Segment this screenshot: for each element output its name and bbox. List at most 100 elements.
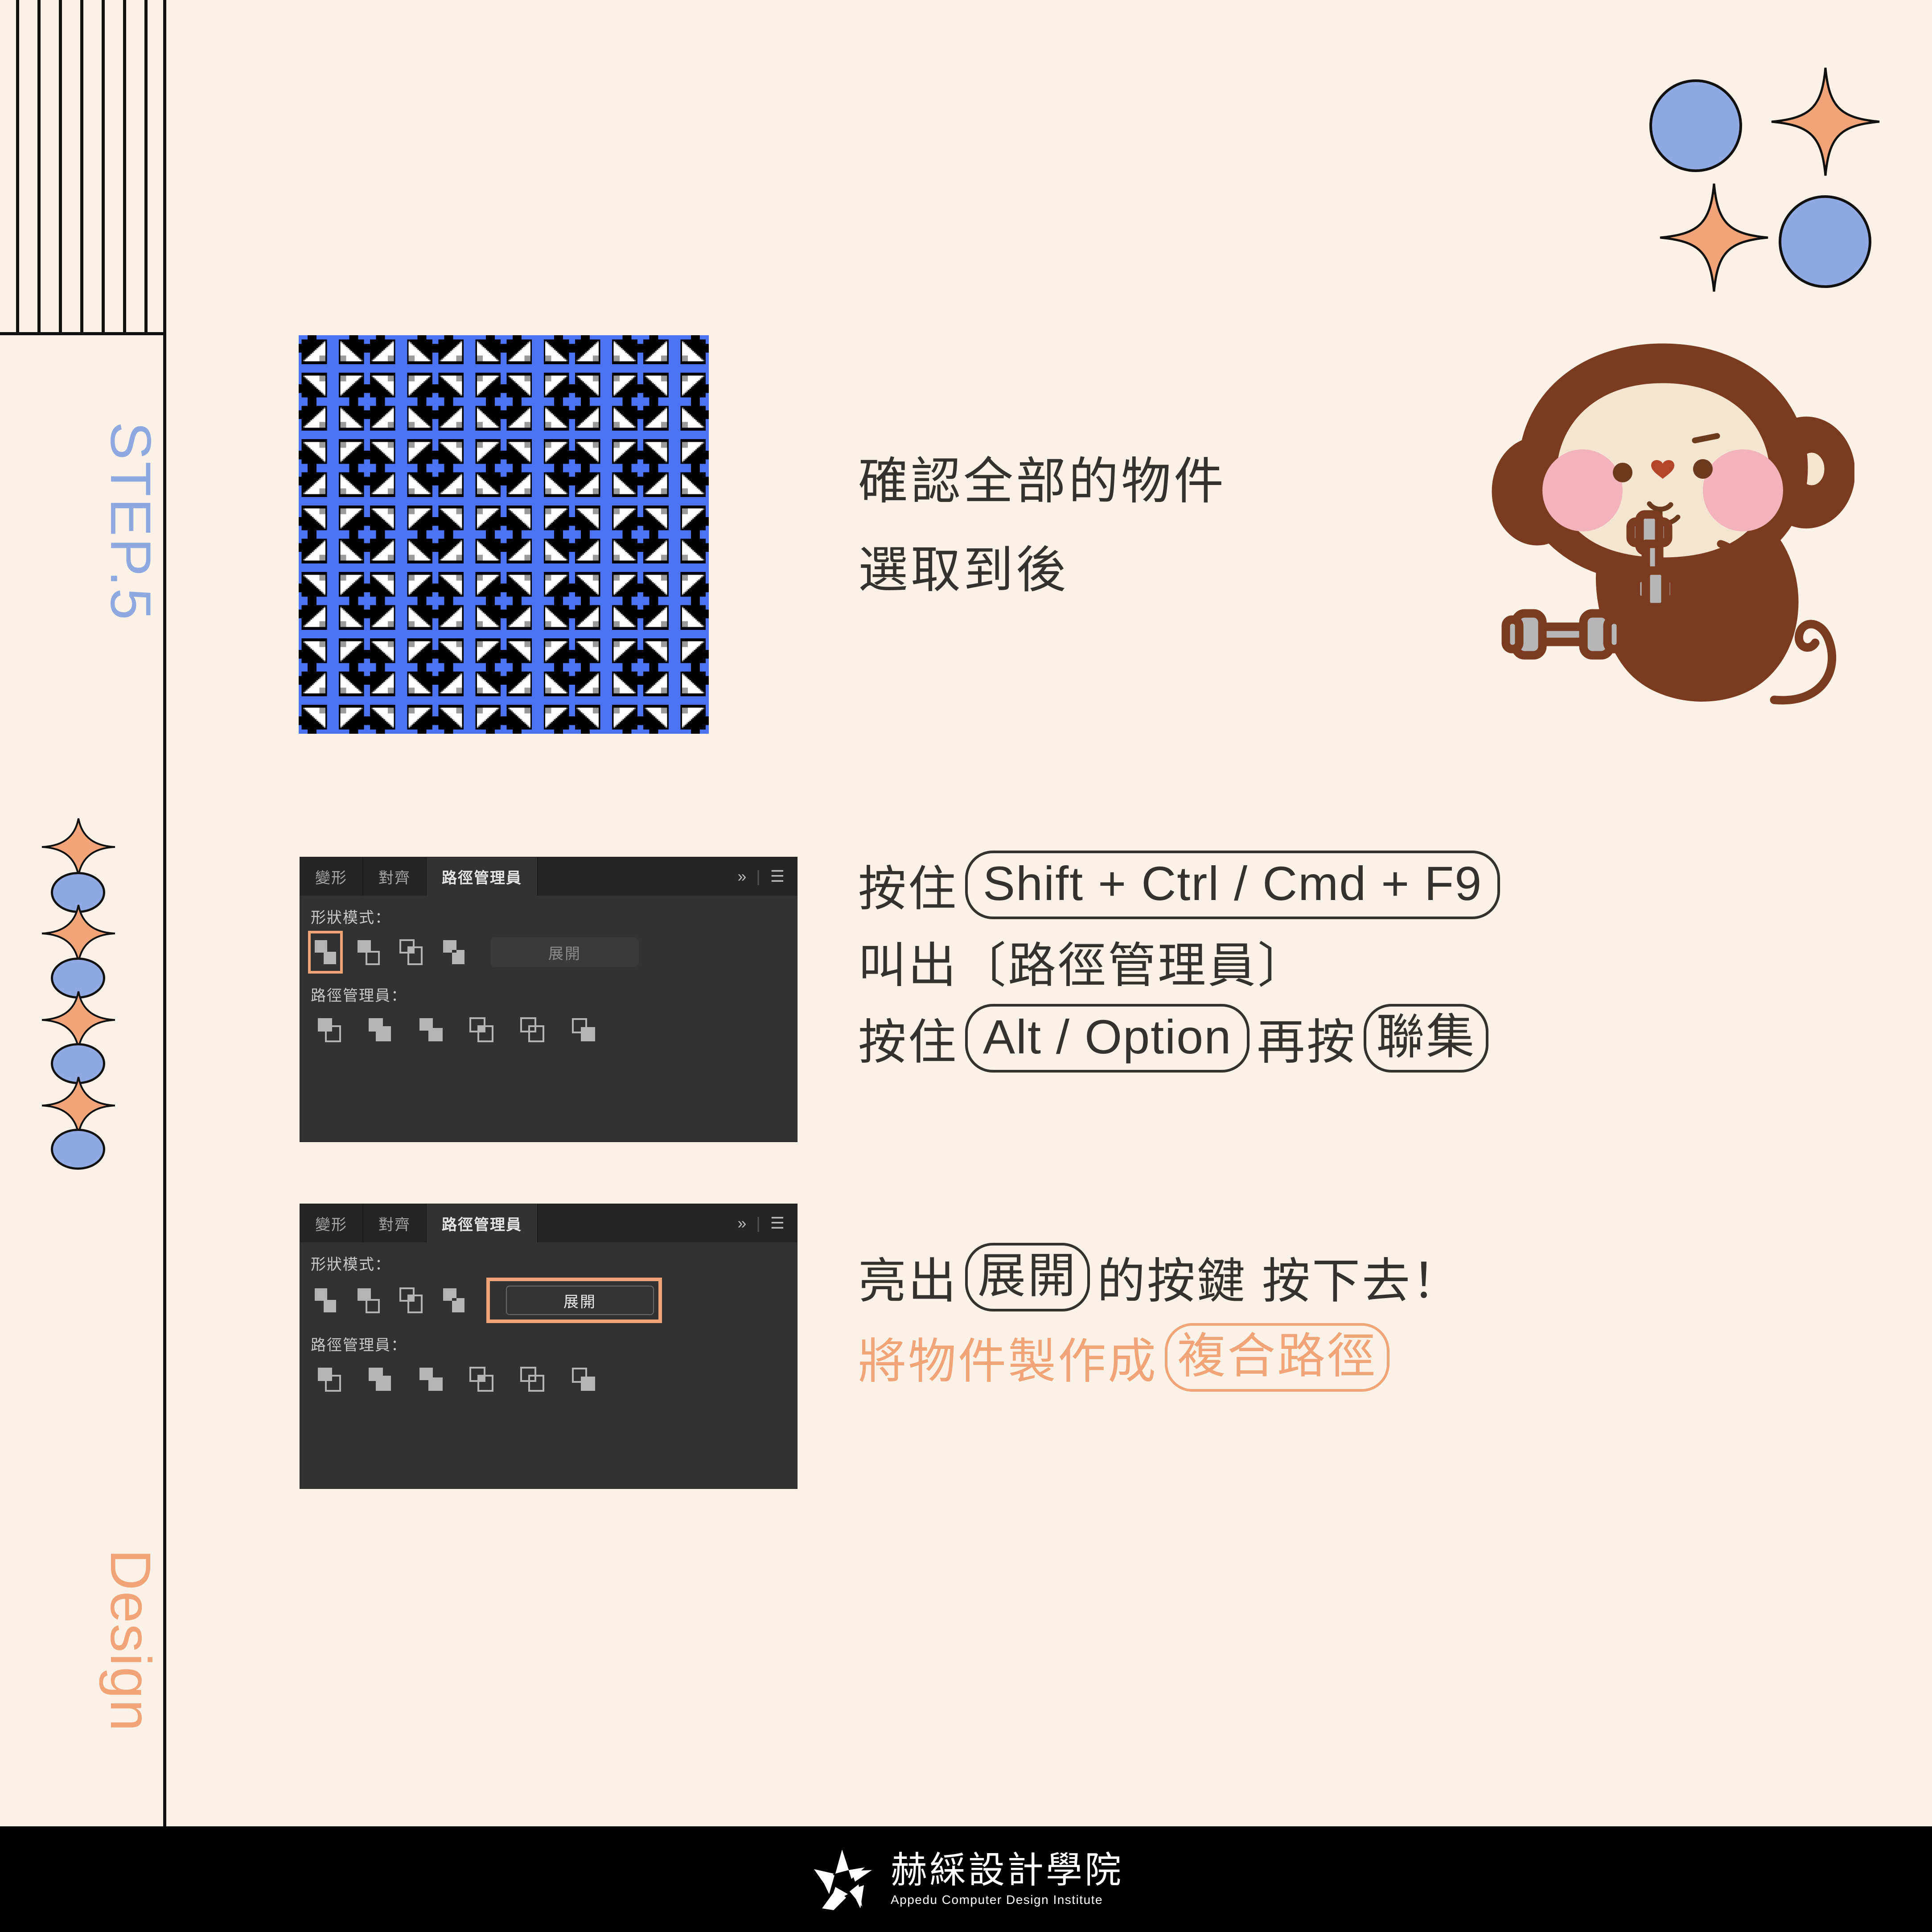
divide-icon (318, 1368, 341, 1392)
decoration-circle (1649, 79, 1742, 172)
shape-mode-minus-front-button[interactable] (351, 1279, 386, 1322)
footer-brand-en: Appedu Computer Design Institute (890, 1892, 1103, 1907)
intersect-icon (399, 939, 423, 965)
sparkle-icon (41, 991, 115, 1049)
expand-button-highlight: 展開 (486, 1278, 662, 1323)
rule-line (144, 0, 148, 335)
instruction-row-shortcut: 按住 Shift + Ctrl / Cmd + F9 (858, 851, 1507, 919)
pathfinders-label: 路徑管理員： (311, 987, 407, 1004)
shape-mode-intersect-button[interactable] (394, 931, 428, 974)
headline: 確認全部的物件 選取到後 (858, 437, 1226, 615)
step-label: STEP.5 (99, 421, 162, 622)
rule-line-horizontal (0, 332, 166, 335)
shape-modes-label: 形狀模式： (311, 909, 391, 926)
pathfinder-crop-button[interactable] (460, 1358, 503, 1401)
outline-icon (520, 1017, 544, 1042)
shape-mode-unite-button[interactable] (308, 931, 343, 974)
instruction-row-alt-unite: 按住 Alt / Option 再按 聯集 (858, 1004, 1507, 1073)
shape-mode-exclude-button[interactable] (436, 1279, 471, 1322)
poster-canvas: STEP.5 Design 確認全部的物件 選取到後 變形 對齊 路徑管理員 »… (0, 0, 1932, 1932)
rule-line (102, 0, 105, 335)
keycap-alt-option: Alt / Option (965, 1004, 1250, 1073)
pathfinders-row (300, 1358, 797, 1401)
panel-tabbar: 變形 對齊 路徑管理員 » | ☰ (300, 1204, 797, 1242)
chevron-double-right-icon[interactable]: » (737, 1214, 746, 1233)
tab-pathfinder[interactable]: 路徑管理員 (427, 857, 538, 896)
sidebar-divider (163, 0, 166, 1826)
hamburger-menu-icon[interactable]: ☰ (770, 1214, 785, 1233)
tab-align[interactable]: 對齊 (363, 1204, 427, 1242)
sparkle-icon (41, 904, 115, 962)
instruction-row-compound-path: 將物件製作成 複合路徑 (858, 1323, 1462, 1392)
minus-back-icon (572, 1018, 595, 1041)
panel-tab-icons: » | ☰ (737, 1214, 785, 1233)
merge-icon (419, 1018, 443, 1041)
decoration-circle (1779, 195, 1871, 288)
instruction-suffix: 的按鍵 按下去！ (1097, 1254, 1462, 1308)
pathfinders-label: 路徑管理員： (311, 1337, 407, 1354)
pathfinder-minus-back-button[interactable] (562, 1358, 605, 1401)
expand-button[interactable]: 展開 (506, 1286, 654, 1315)
instruction-row-open-panel: 叫出〔路徑管理員〕 (858, 928, 1507, 995)
shape-modes-label: 形狀模式： (311, 1256, 391, 1273)
pathfinder-crop-button[interactable] (460, 1009, 503, 1052)
chevron-double-right-icon[interactable]: » (737, 867, 746, 886)
sparkle-icon (1660, 183, 1768, 292)
pathfinder-trim-button[interactable] (359, 1358, 402, 1401)
divide-icon (318, 1018, 341, 1042)
pathfinder-merge-button[interactable] (410, 1009, 452, 1052)
instructions-lower: 亮出 展開 的按鍵 按下去！ 將物件製作成 複合路徑 (858, 1243, 1462, 1404)
pathfinder-panel-step-b[interactable]: 變形 對齊 路徑管理員 » | ☰ 形狀模式： 展開 路徑管理員： (300, 1204, 797, 1489)
shape-mode-exclude-button[interactable] (436, 931, 471, 974)
instruction-row-press-expand: 亮出 展開 的按鍵 按下去！ (858, 1243, 1462, 1311)
merge-icon (419, 1368, 443, 1391)
brand-label: Design (99, 1549, 162, 1732)
instruction-prefix: 按住 (858, 1015, 958, 1069)
tab-align[interactable]: 對齊 (363, 857, 427, 896)
rule-line (59, 0, 62, 335)
exclude-icon (443, 1288, 465, 1312)
hamburger-menu-icon[interactable]: ☰ (770, 867, 785, 886)
outline-icon (520, 1367, 544, 1392)
trim-icon (369, 1018, 391, 1041)
shape-mode-intersect-button[interactable] (394, 1279, 428, 1322)
shape-modes-row: 展開 (300, 1278, 797, 1323)
intersect-icon (399, 1287, 423, 1313)
pathfinders-row (300, 1009, 797, 1052)
pathfinder-trim-button[interactable] (359, 1009, 402, 1052)
pathfinder-divide-button[interactable] (308, 1358, 351, 1401)
tab-transform[interactable]: 變形 (300, 857, 363, 896)
minus-front-icon (358, 1288, 380, 1313)
instruction-prefix: 將物件製作成 (858, 1334, 1158, 1388)
crop-icon (469, 1367, 493, 1392)
pathfinder-outline-button[interactable] (511, 1358, 554, 1401)
shape-mode-minus-front-button[interactable] (351, 931, 386, 974)
pathfinder-outline-button[interactable] (511, 1009, 554, 1052)
instructions-upper: 按住 Shift + Ctrl / Cmd + F9 叫出〔路徑管理員〕 按住 … (858, 851, 1507, 1081)
footer-brand: 赫綵設計學院 Appedu Computer Design Institute (891, 1851, 1123, 1907)
trim-icon (369, 1368, 391, 1391)
headline-line-2: 選取到後 (858, 542, 1069, 598)
sidebar-decoration-column (41, 818, 125, 1351)
unite-icon (315, 940, 336, 964)
pathfinder-minus-back-button[interactable] (562, 1009, 605, 1052)
tab-pathfinder[interactable]: 路徑管理員 (427, 1204, 538, 1242)
shape-mode-unite-button[interactable] (308, 1279, 343, 1322)
monkey-mascot-illustration (1492, 343, 1854, 705)
sparkle-icon (41, 818, 115, 876)
instruction-middle: 再按 (1257, 1015, 1357, 1069)
top-right-decoration (1640, 53, 1895, 292)
pattern-artwork (299, 335, 709, 734)
tab-transform[interactable]: 變形 (300, 1204, 363, 1242)
keycap-expand: 展開 (965, 1243, 1090, 1311)
footer-brand-cn: 赫綵設計學院 (890, 1850, 1123, 1891)
pathfinder-divide-button[interactable] (308, 1009, 351, 1052)
expand-button[interactable]: 展開 (491, 937, 639, 967)
exclude-icon (443, 940, 465, 964)
pathfinder-panel-step-a[interactable]: 變形 對齊 路徑管理員 » | ☰ 形狀模式： 展開 路徑管理員： (300, 857, 797, 1142)
pathfinder-merge-button[interactable] (410, 1358, 452, 1401)
expand-button-wrap: 展開 (479, 937, 639, 967)
panel-tabbar: 變形 對齊 路徑管理員 » | ☰ (300, 857, 797, 896)
footer-bar: 赫綵設計學院 Appedu Computer Design Institute (0, 1826, 1932, 1932)
star-logo-icon (814, 1849, 872, 1910)
